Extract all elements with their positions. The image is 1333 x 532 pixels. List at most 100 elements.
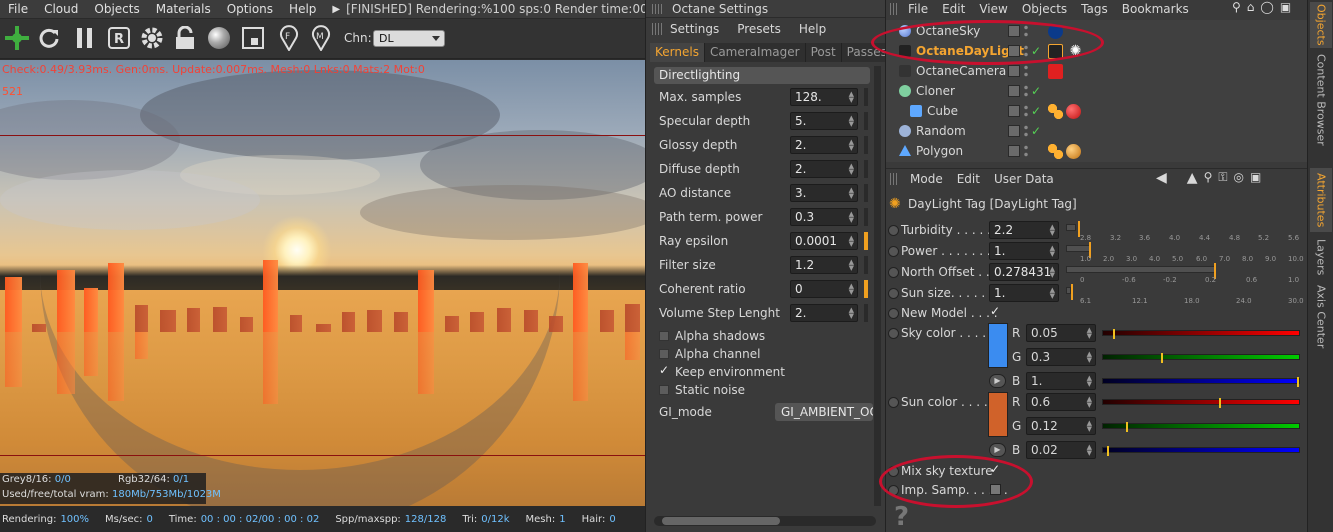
spinner-icon[interactable]: ▲ ▼ [849, 283, 854, 296]
list-item[interactable]: Cube ✓ [886, 101, 1307, 121]
tab-cameraimager[interactable]: CameraImager [704, 43, 806, 62]
horizontal-scrollbar[interactable] [654, 516, 876, 526]
ao-distance-field[interactable]: 3. ▲ ▼ [790, 184, 858, 202]
camera-tag-icon[interactable] [1048, 64, 1063, 79]
screenshot-icon[interactable] [240, 25, 266, 51]
spinner-icon[interactable]: ▲ ▼ [849, 163, 854, 176]
menu-objects[interactable]: Objects [94, 2, 139, 16]
blue-gradient-slider[interactable] [1102, 446, 1300, 456]
spinner-icon[interactable]: ▲ ▼ [1087, 375, 1092, 388]
list-item[interactable]: Cloner ✓ [886, 81, 1307, 101]
keyframe-radio[interactable] [888, 225, 899, 236]
spinner-icon[interactable]: ▲ ▼ [849, 235, 854, 248]
f-pin-icon[interactable]: F [276, 25, 302, 51]
checkbox-box[interactable] [659, 331, 669, 341]
scroll-thumb[interactable] [662, 517, 780, 525]
help-icon[interactable]: ? [894, 502, 909, 532]
slider-handle[interactable] [1297, 377, 1299, 387]
menu-presets[interactable]: Presets [737, 22, 781, 36]
visibility-toggle[interactable] [1008, 65, 1020, 77]
turbidity-field[interactable]: 2.2 ▲ ▼ [989, 221, 1059, 239]
alpha-shadows-checkbox[interactable]: Alpha shadows [659, 329, 829, 345]
menu-bookmarks[interactable]: Bookmarks [1122, 2, 1189, 16]
tab-layers[interactable]: Layers [1310, 236, 1332, 278]
sky-b-field[interactable]: 1. ▲ ▼ [1026, 372, 1096, 390]
new-window-icon[interactable]: ▣ [1280, 0, 1291, 16]
slider-handle[interactable] [1071, 284, 1073, 300]
sun-g-field[interactable]: 0.12 ▲ ▼ [1026, 417, 1096, 435]
lock-icon[interactable]: ⚿ [1218, 170, 1227, 186]
keyframe-radio[interactable] [888, 308, 899, 319]
grip-icon[interactable] [652, 4, 662, 14]
visibility-toggle[interactable] [1008, 105, 1020, 117]
up-arrow-icon[interactable]: ▲ [1187, 170, 1198, 186]
checkmark-icon[interactable]: ✓ [659, 363, 669, 377]
sky-g-field[interactable]: 0.3 ▲ ▼ [1026, 348, 1096, 366]
slider-track[interactable] [1066, 245, 1090, 252]
spinner-icon[interactable]: ▲ ▼ [1087, 396, 1092, 409]
spinner-icon[interactable]: ▲ ▼ [849, 259, 854, 272]
setting-slider[interactable] [864, 88, 868, 106]
kernel-type-dropdown[interactable]: Directlighting [654, 67, 870, 84]
pause-icon[interactable] [72, 25, 98, 51]
keyframe-radio[interactable] [888, 267, 899, 278]
keep-environment-checkbox[interactable]: ✓ Keep environment [659, 363, 829, 381]
volume-step-field[interactable]: 2. ▲ ▼ [790, 304, 858, 322]
slider-track[interactable] [1066, 266, 1216, 273]
green-gradient-slider[interactable] [1102, 353, 1300, 363]
material-tag-icon[interactable] [1066, 104, 1081, 119]
menu-cloud[interactable]: Cloud [44, 2, 78, 16]
setting-slider[interactable] [864, 232, 868, 250]
turbidity-slider[interactable]: 2.8 3.2 3.6 4.0 4.4 4.8 5.2 5.6 [1066, 221, 1300, 242]
refresh-icon[interactable] [36, 25, 62, 51]
menu-mode[interactable]: Mode [910, 172, 943, 186]
keyframe-radio[interactable] [888, 246, 899, 257]
tab-post[interactable]: Post [805, 43, 842, 62]
checkmark-icon[interactable]: ✓ [1031, 101, 1041, 121]
spinner-icon[interactable]: ▲ ▼ [1050, 224, 1055, 237]
arrow-right-icon[interactable]: ▶ [332, 4, 340, 15]
search-icon[interactable]: ⚲ [1232, 0, 1241, 16]
texture-tag-icon[interactable] [1048, 104, 1063, 119]
coherent-ratio-field[interactable]: 0 ▲ ▼ [790, 280, 858, 298]
layer-dots[interactable] [1024, 64, 1028, 78]
power-field[interactable]: 1. ▲ ▼ [989, 242, 1059, 260]
r-region-icon[interactable]: R [106, 25, 132, 51]
menu-edit[interactable]: Edit [942, 2, 965, 16]
grip-icon[interactable] [890, 172, 898, 185]
tab-axis-center[interactable]: Axis Center [1310, 282, 1332, 352]
slider-handle[interactable] [1126, 422, 1128, 432]
grip-icon[interactable] [652, 23, 662, 35]
layer-dots[interactable] [1024, 144, 1028, 158]
list-item[interactable]: Polygon [886, 141, 1307, 161]
search-icon[interactable]: ⚲ [1204, 170, 1213, 186]
power-slider[interactable]: 1.0 2.0 3.0 4.0 5.0 6.0 7.0 8.0 9.0 10.0 [1066, 242, 1304, 263]
tab-objects[interactable]: Objects [1310, 2, 1332, 48]
menu-settings[interactable]: Settings [670, 22, 719, 36]
spinner-icon[interactable]: ▲ ▼ [1087, 444, 1092, 457]
path-term-power-field[interactable]: 0.3 ▲ ▼ [790, 208, 858, 226]
sun-b-field[interactable]: 0.02 ▲ ▼ [1026, 441, 1096, 459]
visibility-toggle[interactable] [1008, 145, 1020, 157]
blue-gradient-slider[interactable] [1102, 377, 1300, 387]
sky-r-field[interactable]: 0.05 ▲ ▼ [1026, 324, 1096, 342]
spinner-icon[interactable]: ▲ ▼ [849, 307, 854, 320]
setting-slider[interactable] [864, 280, 868, 298]
spinner-icon[interactable]: ▲ ▼ [1087, 420, 1092, 433]
menu-help[interactable]: Help [799, 22, 826, 36]
slider-handle[interactable] [1113, 329, 1115, 339]
gear-icon[interactable] [139, 25, 165, 51]
spinner-icon[interactable]: ▲ ▼ [849, 139, 854, 152]
target-icon[interactable]: ◎ [1234, 170, 1244, 186]
layer-dots[interactable] [1024, 124, 1028, 138]
checkbox-box[interactable] [659, 349, 669, 359]
max-samples-field[interactable]: 128. ▲ ▼ [790, 88, 858, 106]
setting-slider[interactable] [864, 184, 868, 202]
setting-slider[interactable] [864, 112, 868, 130]
menu-user-data[interactable]: User Data [994, 172, 1054, 186]
sun-r-field[interactable]: 0.6 ▲ ▼ [1026, 393, 1096, 411]
red-gradient-slider[interactable] [1102, 398, 1300, 408]
menu-file[interactable]: File [8, 2, 28, 16]
tab-attributes[interactable]: Attributes [1310, 168, 1332, 232]
tab-content-browser[interactable]: Content Browser [1310, 52, 1332, 148]
